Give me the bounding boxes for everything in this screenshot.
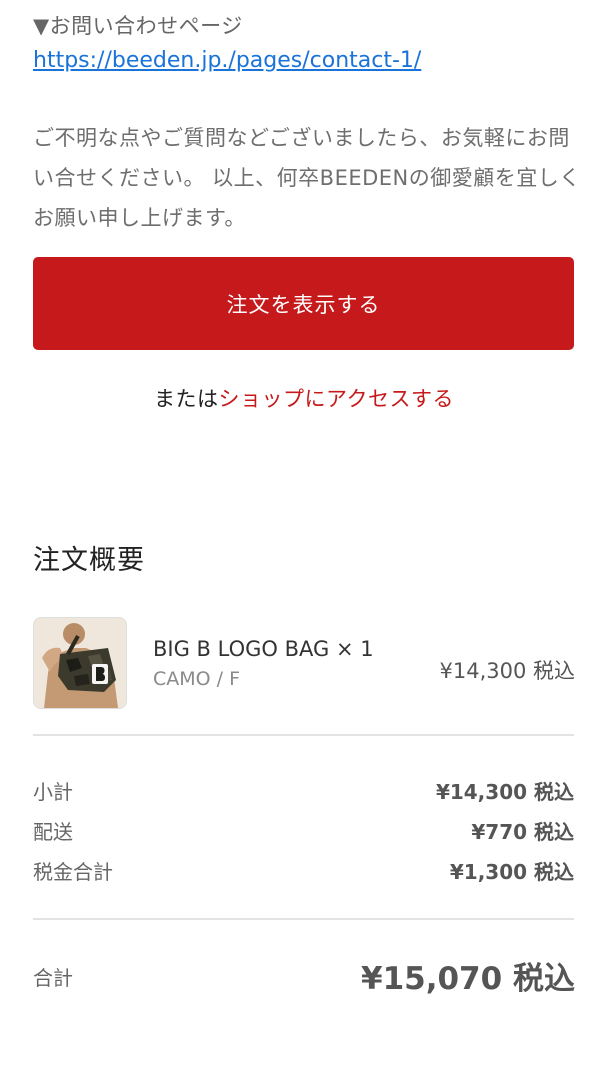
product-price: ¥14,300 税込 [439, 659, 575, 683]
product-name: BIG B LOGO BAG × 1 [153, 637, 374, 661]
order-confirmation-email: ▼お問い合わせページ https://beeden.jp./pages/cont… [0, 0, 608, 1080]
shipping-value: ¥770 税込 [471, 820, 574, 844]
closing-message: ご不明な点やご質問などございましたら、お気軽にお問い合せください。 以上、何卒B… [33, 126, 581, 230]
view-order-button[interactable]: 注文を表示する [33, 257, 574, 350]
alternative-action: またはショップにアクセスする [0, 383, 608, 413]
subtotal-value: ¥14,300 税込 [435, 780, 574, 804]
visit-shop-link[interactable]: ショップにアクセスする [219, 387, 454, 411]
tax-value: ¥1,300 税込 [449, 860, 574, 884]
order-summary-title: 注文概要 [33, 545, 145, 576]
product-image [33, 617, 127, 709]
shipping-label: 配送 [33, 820, 73, 844]
total-value: ¥15,070 税込 [361, 961, 575, 997]
product-variant: CAMO / F [153, 668, 241, 690]
or-prefix: または [154, 387, 219, 411]
tax-label: 税金合計 [33, 860, 113, 884]
subtotal-row: 小計 ¥14,300 税込 [33, 776, 574, 806]
shipping-row: 配送 ¥770 税込 [33, 816, 574, 846]
total-divider [33, 918, 574, 920]
total-label: 合計 [33, 966, 73, 990]
summary-divider [33, 734, 574, 736]
contact-heading: ▼お問い合わせページ [33, 14, 243, 38]
product-photo-icon [34, 618, 126, 708]
contact-page-link[interactable]: https://beeden.jp./pages/contact-1/ [33, 48, 421, 73]
tax-row: 税金合計 ¥1,300 税込 [33, 856, 574, 886]
subtotal-label: 小計 [33, 780, 73, 804]
